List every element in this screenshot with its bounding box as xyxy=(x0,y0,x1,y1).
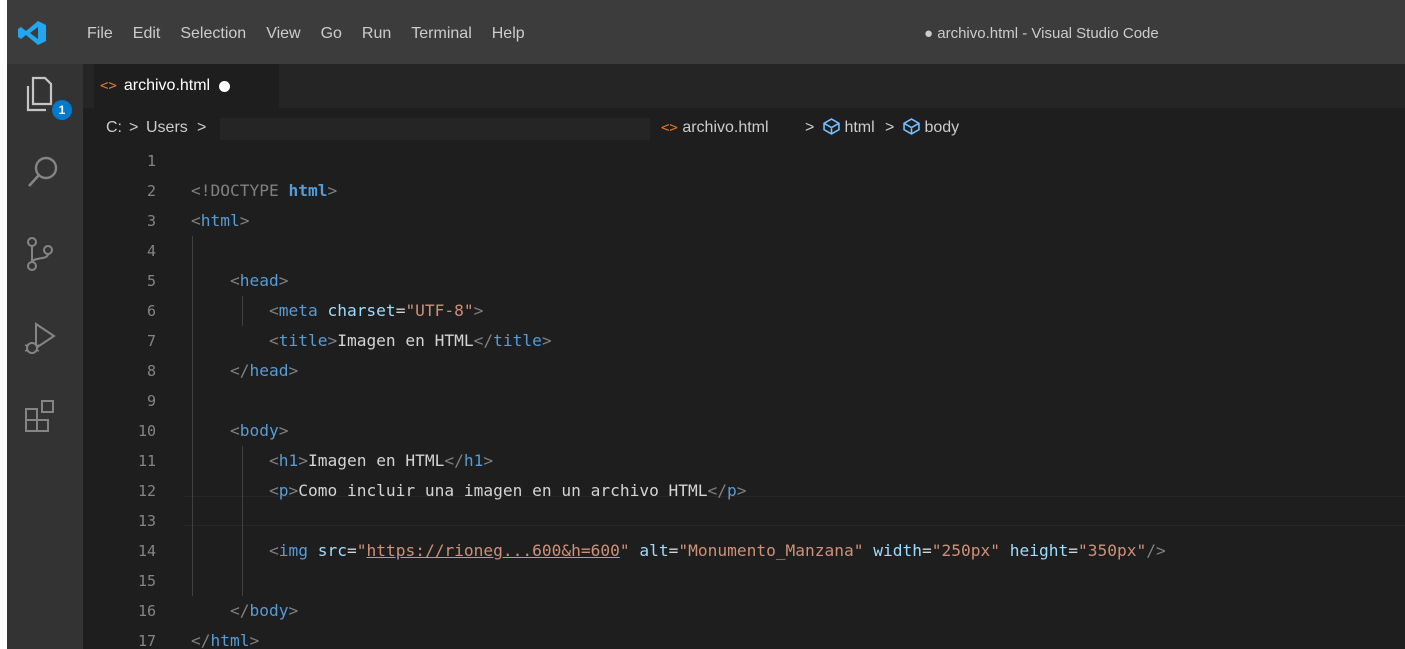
line-number: 7 xyxy=(146,332,156,350)
code-text: <title>Imagen en HTML</title> xyxy=(268,331,552,350)
explorer-button[interactable]: 1 xyxy=(21,72,72,120)
line-number: 2 xyxy=(146,182,156,200)
tab-label: archivo.html xyxy=(123,77,211,94)
menu-view[interactable]: View xyxy=(266,22,300,46)
menu-selection[interactable]: Selection xyxy=(180,22,246,46)
breadcrumb-html-label: html xyxy=(844,119,875,136)
vscode-logo-icon xyxy=(18,21,46,45)
code-line: 14 <img src="https://rioneg...600&h=600"… xyxy=(83,536,1405,566)
window-title: ● archivo.html - Visual Studio Code xyxy=(924,25,1159,42)
line-number: 11 xyxy=(137,452,156,470)
line-number: 3 xyxy=(146,212,156,230)
line-number: 12 xyxy=(137,482,156,500)
menu-bar: File Edit Selection View Go Run Terminal… xyxy=(87,22,545,46)
line-number: 9 xyxy=(146,392,156,410)
run-debug-icon xyxy=(24,322,56,354)
breadcrumb-separator: > xyxy=(197,119,207,136)
menu-edit[interactable]: Edit xyxy=(133,22,161,46)
code-text: <!DOCTYPE html> xyxy=(191,181,338,200)
breadcrumb-file-label: archivo.html xyxy=(682,119,769,136)
code-line: 8 </head> xyxy=(83,356,1405,386)
code-line: 10 <body> xyxy=(83,416,1405,446)
code-line: 15 xyxy=(83,566,1405,596)
line-number: 4 xyxy=(146,242,156,260)
breadcrumb-users[interactable]: Users xyxy=(146,117,188,139)
line-number: 10 xyxy=(137,422,156,440)
symbol-element-icon xyxy=(823,118,840,135)
redacted-path xyxy=(220,118,650,140)
code-text: </head> xyxy=(229,361,299,380)
extensions-button[interactable] xyxy=(21,394,67,440)
unsaved-dot-icon[interactable] xyxy=(219,80,231,92)
code-text: <img src="https://rioneg...600&h=600" al… xyxy=(268,541,1166,560)
code-text: <p>Como incluir una imagen en un archivo… xyxy=(268,481,747,500)
code-line: 12 <p>Como incluir una imagen en un arch… xyxy=(83,476,1405,506)
menu-help[interactable]: Help xyxy=(492,22,525,46)
search-icon xyxy=(28,156,58,187)
code-text: <meta charset="UTF-8"> xyxy=(268,301,484,320)
line-number: 17 xyxy=(137,632,156,649)
breadcrumb-file[interactable]: <> archivo.html xyxy=(661,117,769,139)
code-line: 5 <head> xyxy=(83,266,1405,296)
code-line: 17 </html> xyxy=(83,626,1405,649)
editor-tabs: <> archivo.html xyxy=(83,64,1405,108)
code-line: 4 xyxy=(83,236,1405,266)
code-text: <head> xyxy=(229,271,289,290)
search-button[interactable] xyxy=(21,151,67,197)
line-number: 5 xyxy=(146,272,156,290)
code-text: <html> xyxy=(191,211,250,230)
html-file-icon: <> xyxy=(661,120,678,136)
code-line: 9 xyxy=(83,386,1405,416)
menu-file[interactable]: File xyxy=(87,22,113,46)
code-text: </body> xyxy=(229,601,299,620)
code-text: <body> xyxy=(229,421,289,440)
code-line: 16 </body> xyxy=(83,596,1405,626)
source-control-button[interactable] xyxy=(21,232,67,278)
menu-run[interactable]: Run xyxy=(362,22,391,46)
line-number: 15 xyxy=(137,572,156,590)
code-line: 7 <title>Imagen en HTML</title> xyxy=(83,326,1405,356)
line-number: 16 xyxy=(137,602,156,620)
breadcrumb: C: > Users > <> archivo.html > html > bo… xyxy=(83,108,1405,146)
tab-archivo-html[interactable]: <> archivo.html xyxy=(94,64,279,108)
menu-go[interactable]: Go xyxy=(321,22,342,46)
menu-terminal[interactable]: Terminal xyxy=(411,22,471,46)
explorer-badge: 1 xyxy=(52,100,72,120)
breadcrumb-body-label: body xyxy=(924,119,960,136)
symbol-element-icon xyxy=(903,118,920,135)
code-text: <h1>Imagen en HTML</h1> xyxy=(268,451,494,470)
line-number: 1 xyxy=(146,152,156,170)
vscode-window: File Edit Selection View Go Run Terminal… xyxy=(7,0,1405,649)
breadcrumb-html[interactable]: html xyxy=(823,117,875,139)
code-line: 11 <h1>Imagen en HTML</h1> xyxy=(83,446,1405,476)
breadcrumb-drive[interactable]: C: xyxy=(106,117,122,139)
code-line: 1 xyxy=(83,146,1405,176)
line-number: 13 xyxy=(137,512,156,530)
source-control-icon xyxy=(27,237,53,271)
line-number: 8 xyxy=(146,362,156,380)
code-line: 6 <meta charset="UTF-8"> xyxy=(83,296,1405,326)
code-editor[interactable]: 1 2 <!DOCTYPE html> 3 <html> 4 5 <head> … xyxy=(83,146,1405,649)
src-link[interactable]: https://rioneg...600&h=600 xyxy=(366,541,619,560)
code-line: 3 <html> xyxy=(83,206,1405,236)
activity-bar: 1 xyxy=(7,64,83,649)
line-number: 14 xyxy=(137,542,156,560)
code-line: 2 <!DOCTYPE html> xyxy=(83,176,1405,206)
breadcrumb-separator: > xyxy=(129,119,139,136)
breadcrumb-separator: > xyxy=(885,119,895,136)
line-number: 6 xyxy=(146,302,156,320)
extensions-icon xyxy=(25,400,54,432)
run-debug-button[interactable] xyxy=(21,316,67,362)
code-line-current: 13 xyxy=(83,506,1405,536)
title-bar: File Edit Selection View Go Run Terminal… xyxy=(7,0,1405,64)
breadcrumb-separator: > xyxy=(805,119,815,136)
code-text: </html> xyxy=(191,631,260,649)
html-file-icon: <> xyxy=(100,78,117,94)
breadcrumb-body[interactable]: body xyxy=(903,117,959,139)
